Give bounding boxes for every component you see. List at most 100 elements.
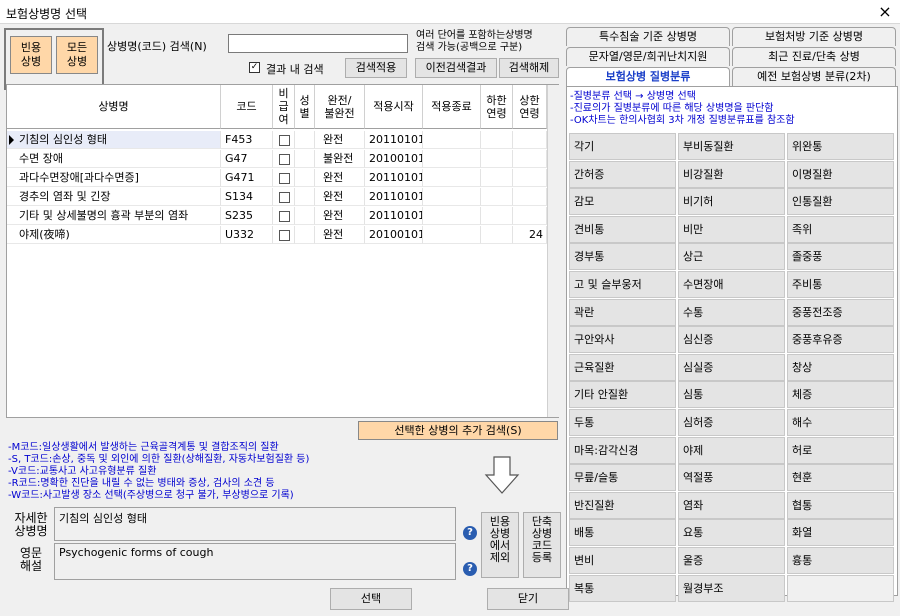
category-button[interactable]: 상근 xyxy=(678,243,785,271)
category-button[interactable]: 이명질환 xyxy=(787,160,894,188)
category-button[interactable]: 역절풍 xyxy=(678,464,785,492)
close-icon[interactable]: × xyxy=(874,2,896,22)
category-button[interactable]: 비강질환 xyxy=(678,160,785,188)
tab-string-search[interactable]: 문자열/영문/희귀난치지원 xyxy=(566,47,730,66)
tab-old-classification[interactable]: 예전 보험상병 분류(2차) xyxy=(732,67,896,86)
cell-complete: 완전 xyxy=(315,207,365,225)
col-header-code[interactable]: 코드 xyxy=(221,85,273,129)
col-header-start[interactable]: 적용시작 xyxy=(365,85,423,129)
tab-insurance-prescription[interactable]: 보험처방 기준 상병명 xyxy=(732,27,896,46)
tab-special-acupuncture[interactable]: 특수침술 기준 상병명 xyxy=(566,27,730,46)
table-row[interactable]: 수면 장애 G47 불완전 20100101 xyxy=(7,150,547,168)
col-header-complete[interactable]: 완전/ 불완전 xyxy=(315,85,365,129)
category-button[interactable]: 수면장애 xyxy=(678,271,785,298)
category-button[interactable]: 중풍전조증 xyxy=(787,298,894,326)
help-icon[interactable]: ? xyxy=(463,526,477,540)
category-button[interactable]: 위완통 xyxy=(787,133,894,160)
previous-results-button[interactable]: 이전검색결과 xyxy=(415,58,497,78)
category-button[interactable]: 고 및 슬부웅저 xyxy=(569,271,676,298)
nonpay-checkbox[interactable] xyxy=(273,131,295,149)
col-header-nonpay[interactable]: 비 급 여 xyxy=(273,85,295,129)
nonpay-checkbox[interactable] xyxy=(273,226,295,244)
table-row[interactable]: 과다수면장애[과다수면증] G471 완전 20110101 xyxy=(7,169,547,187)
search-input[interactable] xyxy=(228,34,408,53)
apply-search-button[interactable]: 검색적용 xyxy=(345,58,407,78)
col-header-name[interactable]: 상병명 xyxy=(7,85,221,129)
cell-complete: 완전 xyxy=(315,226,365,244)
english-desc-field[interactable]: Psychogenic forms of cough xyxy=(54,543,456,580)
category-button[interactable]: 심신증 xyxy=(678,326,785,354)
category-button[interactable]: 흉통 xyxy=(787,547,894,574)
nonpay-checkbox[interactable] xyxy=(273,169,295,187)
close-button[interactable]: 닫기 xyxy=(487,588,569,610)
category-button[interactable]: 수통 xyxy=(678,298,785,326)
category-button[interactable]: 견비통 xyxy=(569,215,676,243)
category-button[interactable]: 배통 xyxy=(569,519,676,547)
category-button[interactable]: 각기 xyxy=(569,133,676,160)
nonpay-checkbox[interactable] xyxy=(273,188,295,206)
category-button[interactable]: 곽란 xyxy=(569,298,676,326)
category-button[interactable]: 요통 xyxy=(678,519,785,547)
category-button[interactable]: 허로 xyxy=(787,436,894,464)
cell-code: G471 xyxy=(221,169,273,187)
category-button[interactable]: 중풍후유증 xyxy=(787,326,894,354)
category-button[interactable]: 심실증 xyxy=(678,353,785,381)
category-button[interactable]: 반진질환 xyxy=(569,491,676,519)
cell-hi xyxy=(513,188,547,206)
grid-scrollbar[interactable] xyxy=(547,85,559,417)
category-button[interactable]: 마목:감각신경 xyxy=(569,436,676,464)
category-button[interactable]: 창상 xyxy=(787,353,894,381)
nonpay-checkbox[interactable] xyxy=(273,207,295,225)
common-disease-button[interactable]: 빈용 상병 xyxy=(10,36,52,74)
nonpay-checkbox[interactable] xyxy=(273,150,295,168)
category-button[interactable]: 인통질환 xyxy=(787,188,894,216)
category-button[interactable]: 구안와사 xyxy=(569,326,676,354)
category-button[interactable]: 주비통 xyxy=(787,271,894,298)
register-shortcut-button[interactable]: 단축 상병 코드 등록 xyxy=(523,512,561,578)
category-button[interactable]: 부비동질환 xyxy=(678,133,785,160)
table-row[interactable]: 기침의 심인성 형태 F453 완전 20110101 xyxy=(7,131,547,149)
table-row[interactable]: 경추의 염좌 및 긴장 S134 완전 20110101 xyxy=(7,188,547,206)
table-row[interactable]: 기타 및 상세불명의 흉곽 부분의 염좌 S235 완전 20110101 xyxy=(7,207,547,225)
category-button[interactable]: 복통 xyxy=(569,574,676,602)
additional-search-button[interactable]: 선택한 상병의 추가 검색(S) xyxy=(358,421,558,440)
category-button[interactable]: 비기허 xyxy=(678,188,785,216)
category-button[interactable]: 야제 xyxy=(678,436,785,464)
category-button[interactable]: 해수 xyxy=(787,409,894,436)
category-button[interactable]: 협통 xyxy=(787,491,894,519)
help-icon[interactable]: ? xyxy=(463,562,477,576)
category-button[interactable]: 현훈 xyxy=(787,464,894,492)
category-button[interactable]: 심허증 xyxy=(678,409,785,436)
category-button[interactable]: 화열 xyxy=(787,519,894,547)
category-button[interactable]: 족위 xyxy=(787,215,894,243)
select-button[interactable]: 선택 xyxy=(330,588,412,610)
category-button[interactable]: 간허증 xyxy=(569,160,676,188)
cell-lo xyxy=(481,150,513,168)
category-button[interactable]: 기타 안질환 xyxy=(569,381,676,409)
category-button[interactable]: 졸중풍 xyxy=(787,243,894,271)
category-button[interactable]: 무릎/슬통 xyxy=(569,464,676,492)
all-disease-button[interactable]: 모든 상병 xyxy=(56,36,98,74)
category-button[interactable]: 두통 xyxy=(569,409,676,436)
tab-recent-diseases[interactable]: 최근 진료/단축 상병 xyxy=(732,47,896,66)
in-result-checkbox[interactable]: ✓ xyxy=(249,62,260,73)
category-button[interactable]: 경부통 xyxy=(569,243,676,271)
clear-search-button[interactable]: 검색해제 xyxy=(499,58,559,78)
col-header-max-age[interactable]: 상한 연령 xyxy=(513,85,547,129)
category-button[interactable]: 울증 xyxy=(678,547,785,574)
category-button[interactable]: 근육질환 xyxy=(569,353,676,381)
tab-disease-classification[interactable]: 보험상병 질병분류 xyxy=(566,67,730,87)
category-button[interactable]: 체증 xyxy=(787,381,894,409)
category-button[interactable]: 비만 xyxy=(678,215,785,243)
category-button[interactable]: 변비 xyxy=(569,547,676,574)
category-button[interactable]: 월경부조 xyxy=(678,574,785,602)
col-header-end[interactable]: 적용종료 xyxy=(423,85,481,129)
category-button[interactable]: 감모 xyxy=(569,188,676,216)
col-header-min-age[interactable]: 하한 연령 xyxy=(481,85,513,129)
detail-name-field[interactable]: 기침의 심인성 형태 xyxy=(54,507,456,541)
col-header-sex[interactable]: 성 별 xyxy=(295,85,315,129)
category-button[interactable]: 염좌 xyxy=(678,491,785,519)
category-button[interactable]: 심통 xyxy=(678,381,785,409)
table-row[interactable]: 야제(夜啼) U332 완전 20100101 24 xyxy=(7,226,547,244)
exclude-common-button[interactable]: 빈용 상병 에서 제외 xyxy=(481,512,519,578)
